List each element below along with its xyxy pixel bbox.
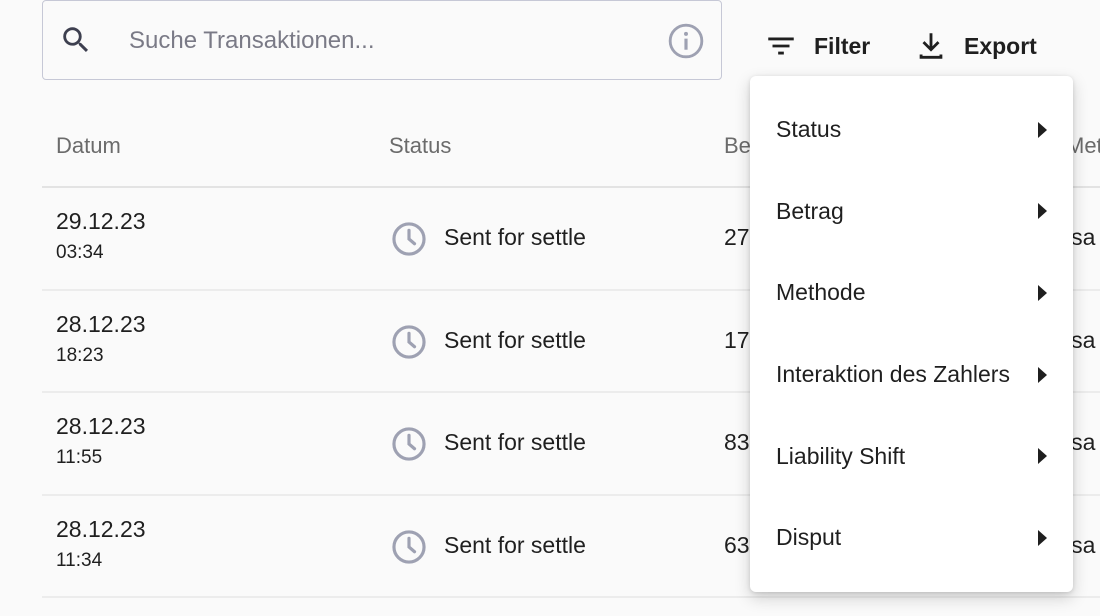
row-date: 28.12.23 <box>56 413 146 439</box>
info-icon[interactable] <box>667 22 705 60</box>
menu-item-amount[interactable]: Betrag <box>750 171 1073 253</box>
menu-item-label: Betrag <box>776 197 844 224</box>
caret-right-icon <box>1038 366 1047 383</box>
row-status: Sent for settle <box>444 326 586 353</box>
filter-button-label: Filter <box>814 32 871 59</box>
menu-item-label: Status <box>776 116 842 143</box>
clock-icon <box>392 222 426 256</box>
menu-item-payer-interaction[interactable]: Interaktion des Zahlers <box>750 334 1073 416</box>
export-button-label: Export <box>964 32 1037 59</box>
row-amount: 27 <box>724 224 750 250</box>
caret-right-icon <box>1038 121 1047 138</box>
filter-icon <box>768 37 794 55</box>
clock-icon <box>392 529 426 564</box>
caret-right-icon <box>1038 529 1047 546</box>
row-date: 28.12.23 <box>56 515 146 542</box>
row-amount: 83 <box>724 429 750 455</box>
row-status: Sent for settle <box>444 531 586 558</box>
download-icon <box>919 33 943 59</box>
column-header-status[interactable]: Status <box>389 133 451 159</box>
caret-right-icon <box>1038 203 1047 220</box>
clock-icon <box>392 324 426 359</box>
menu-item-label: Interaktion des Zahlers <box>776 361 1010 388</box>
filter-button[interactable]: Filter <box>764 24 870 68</box>
row-date: 28.12.23 <box>56 310 146 337</box>
row-status: Sent for settle <box>444 429 586 455</box>
menu-item-liability-shift[interactable]: Liability Shift <box>750 415 1073 497</box>
menu-item-label: Liability Shift <box>776 442 906 469</box>
filter-menu: Status Betrag Methode Interaktion des Za… <box>750 76 1073 592</box>
column-header-date[interactable]: Datum <box>56 133 121 159</box>
row-time: 18:23 <box>56 344 104 366</box>
search-box[interactable] <box>42 0 722 80</box>
menu-item-label: Disput <box>776 524 842 551</box>
row-time: 03:34 <box>56 242 104 263</box>
export-button[interactable]: Export <box>914 24 1037 68</box>
row-time: 11:34 <box>56 549 103 571</box>
search-icon <box>63 27 89 53</box>
search-input[interactable] <box>129 21 649 61</box>
row-date: 29.12.23 <box>56 208 146 234</box>
column-header-amount[interactable]: Be <box>724 133 751 159</box>
menu-item-label: Methode <box>776 279 866 306</box>
menu-item-dispute[interactable]: Disput <box>750 497 1073 579</box>
clock-icon <box>392 427 426 461</box>
row-status: Sent for settle <box>444 224 586 250</box>
menu-item-status[interactable]: Status <box>750 89 1073 171</box>
menu-item-method[interactable]: Methode <box>750 252 1073 334</box>
caret-right-icon <box>1038 284 1047 301</box>
row-amount: 63 <box>724 531 750 558</box>
row-time: 11:55 <box>56 447 103 468</box>
caret-right-icon <box>1038 448 1047 465</box>
row-amount: 17 <box>724 326 750 353</box>
